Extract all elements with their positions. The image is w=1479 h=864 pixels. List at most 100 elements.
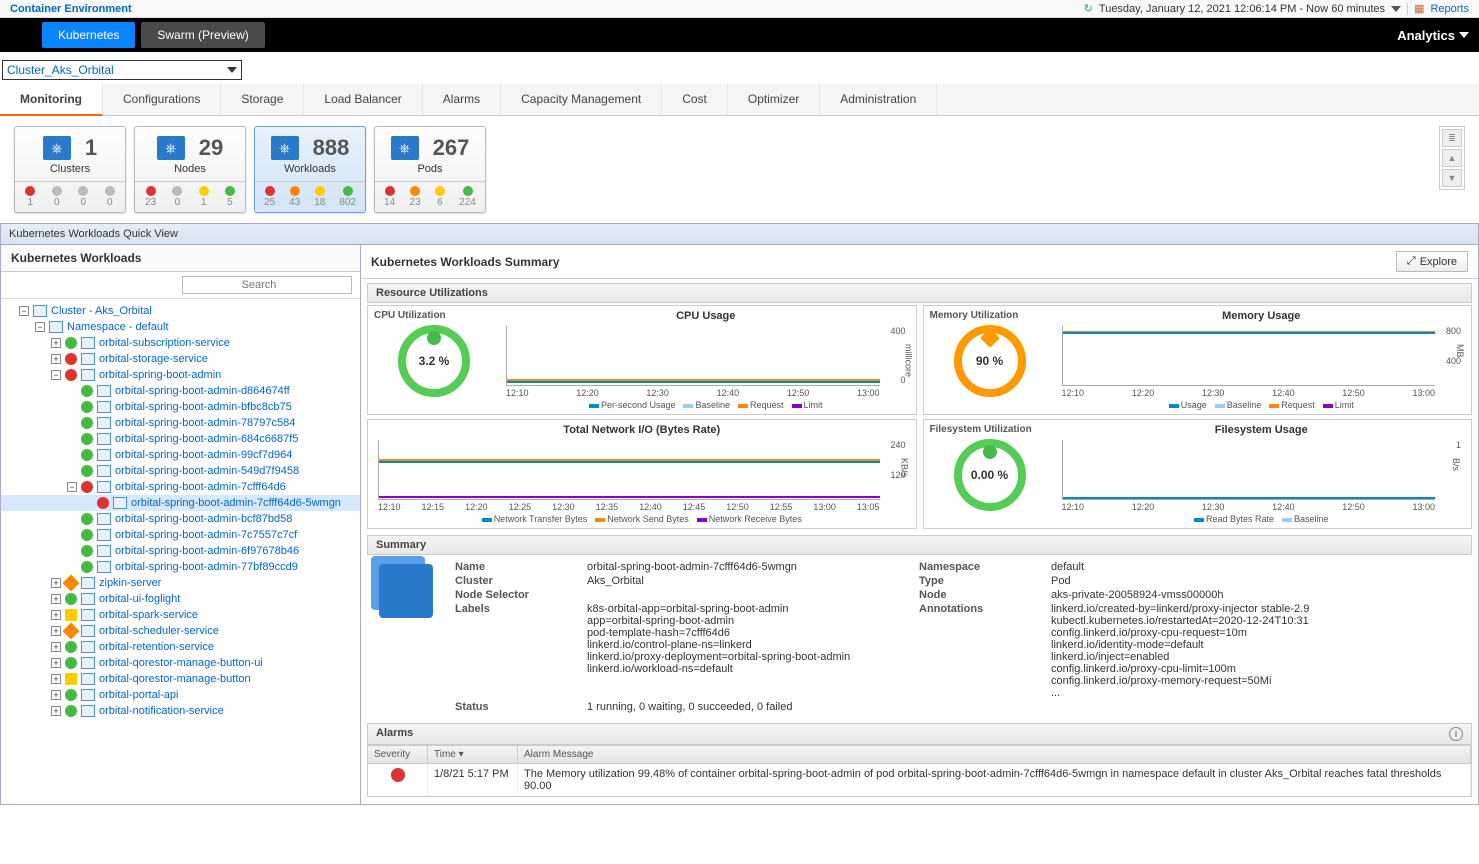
chart-net[interactable]: 240 120 KB/s <box>378 440 880 500</box>
list-view-icon[interactable]: ≣ <box>1442 129 1462 147</box>
tree-toggle-icon[interactable]: + <box>51 674 61 684</box>
tree-node[interactable]: + orbital-scheduler-service <box>1 623 360 639</box>
tree-label[interactable]: orbital-spring-boot-admin-77bf89ccd9 <box>115 561 298 573</box>
tab-swarm-preview-[interactable]: Swarm (Preview) <box>141 22 264 48</box>
alarm-col-time[interactable]: Time ▾ <box>428 746 518 763</box>
tree-toggle-icon[interactable]: + <box>51 690 61 700</box>
tree-node[interactable]: orbital-spring-boot-admin-7cfff64d6-5wmg… <box>1 495 360 511</box>
tree-toggle-icon[interactable]: + <box>51 338 61 348</box>
tree-label[interactable]: orbital-subscription-service <box>99 337 230 349</box>
subtab-storage[interactable]: Storage <box>221 84 304 115</box>
tree-node[interactable]: orbital-spring-boot-admin-549d7f9458 <box>1 463 360 479</box>
explore-button[interactable]: ⤢ Explore <box>1396 251 1468 272</box>
tree-node[interactable]: − orbital-spring-boot-admin-7cfff64d6 <box>1 479 360 495</box>
tree-label[interactable]: orbital-spring-boot-admin-99cf7d964 <box>115 449 292 461</box>
tree-label[interactable]: orbital-spring-boot-admin-7cfff64d6-5wmg… <box>131 497 341 509</box>
tree-node[interactable]: orbital-spring-boot-admin-78797c584 <box>1 415 360 431</box>
tree-label[interactable]: orbital-scheduler-service <box>99 625 219 637</box>
tree-node[interactable]: orbital-spring-boot-admin-77bf89ccd9 <box>1 559 360 575</box>
tree-node[interactable]: + orbital-qorestor-manage-button <box>1 671 360 687</box>
tree-label[interactable]: orbital-portal-api <box>99 689 178 701</box>
tree-toggle-icon[interactable]: − <box>67 482 77 492</box>
alarm-col-severity[interactable]: Severity <box>368 746 428 763</box>
tree-node[interactable]: + orbital-ui-foglight <box>1 591 360 607</box>
subtab-monitoring[interactable]: Monitoring <box>0 84 103 116</box>
subtab-alarms[interactable]: Alarms <box>423 84 501 115</box>
tree-node[interactable]: + orbital-retention-service <box>1 639 360 655</box>
tree-toggle-icon[interactable]: − <box>19 306 29 316</box>
tree-label[interactable]: orbital-spring-boot-admin-7cfff64d6 <box>115 481 286 493</box>
tree-toggle-icon[interactable]: − <box>51 370 61 380</box>
tab-kubernetes[interactable]: Kubernetes <box>42 22 135 48</box>
subtab-capacity-management[interactable]: Capacity Management <box>501 84 662 115</box>
tree-node[interactable]: orbital-spring-boot-admin-7c7557c7cf <box>1 527 360 543</box>
search-input[interactable] <box>182 276 352 294</box>
gauge-cpu[interactable]: 3.2 % <box>398 325 470 397</box>
tree-label[interactable]: orbital-spring-boot-admin <box>99 369 221 381</box>
reports-link[interactable]: Reports <box>1430 3 1469 15</box>
tree-node[interactable]: orbital-spring-boot-admin-684c6687f5 <box>1 431 360 447</box>
tree-label[interactable]: orbital-notification-service <box>99 705 224 717</box>
card-pods[interactable]: ⎈267Pods14236224 <box>374 126 486 213</box>
card-nodes[interactable]: ⎈29Nodes23015 <box>134 126 246 213</box>
card-workloads[interactable]: ⎈888Workloads254318802 <box>254 126 366 213</box>
tree-label[interactable]: zipkin-server <box>99 577 161 589</box>
alarm-col-message[interactable]: Alarm Message <box>518 746 1471 763</box>
tree-label[interactable]: orbital-ui-foglight <box>99 593 180 605</box>
tree-node[interactable]: + orbital-spark-service <box>1 607 360 623</box>
tree-node[interactable]: orbital-spring-boot-admin-6f97678b46 <box>1 543 360 559</box>
tree-label[interactable]: Namespace - default <box>67 321 169 333</box>
tree-label[interactable]: orbital-qorestor-manage-button <box>99 673 251 685</box>
tree-toggle-icon[interactable]: + <box>51 610 61 620</box>
tree-node[interactable]: orbital-spring-boot-admin-bfbc8cb75 <box>1 399 360 415</box>
analytics-menu[interactable]: Analytics <box>1397 28 1469 43</box>
tree-label[interactable]: orbital-spring-boot-admin-d864674ff <box>115 385 290 397</box>
down-icon[interactable]: ▼ <box>1442 169 1462 187</box>
tree-label[interactable]: orbital-spring-boot-admin-6f97678b46 <box>115 545 299 557</box>
tree-toggle-icon[interactable]: + <box>51 642 61 652</box>
tree-label[interactable]: orbital-retention-service <box>99 641 214 653</box>
tree-label[interactable]: orbital-spring-boot-admin-684c6687f5 <box>115 433 298 445</box>
tree-node[interactable]: + orbital-notification-service <box>1 703 360 719</box>
tree-node[interactable]: orbital-spring-boot-admin-d864674ff <box>1 383 360 399</box>
subtab-configurations[interactable]: Configurations <box>103 84 221 115</box>
tree-node[interactable]: − orbital-spring-boot-admin <box>1 367 360 383</box>
tree-toggle-icon[interactable]: + <box>51 594 61 604</box>
subtab-optimizer[interactable]: Optimizer <box>728 84 820 115</box>
tree-node[interactable]: + orbital-subscription-service <box>1 335 360 351</box>
up-icon[interactable]: ▲ <box>1442 149 1462 167</box>
card-clusters[interactable]: ⎈1Clusters1000 <box>14 126 126 213</box>
breadcrumb[interactable]: Container Environment <box>10 3 132 15</box>
tree-label[interactable]: Cluster - Aks_Orbital <box>51 305 152 317</box>
info-icon[interactable]: i <box>1449 727 1463 741</box>
reports-icon[interactable]: ▦ <box>1414 2 1424 15</box>
gauge-fs[interactable]: 0.00 % <box>954 439 1026 511</box>
chart-mem[interactable]: 800 400 MB <box>1062 326 1436 386</box>
tree-toggle-icon[interactable]: + <box>51 578 61 588</box>
tree-toggle-icon[interactable]: + <box>51 706 61 716</box>
tree-toggle-icon[interactable]: + <box>51 626 61 636</box>
tree-node[interactable]: +orbital-storage-service <box>1 351 360 367</box>
alarm-row[interactable]: 1/8/21 5:17 PMThe Memory utilization 99.… <box>368 764 1471 796</box>
chart-fs[interactable]: 1 B/s <box>1062 440 1436 500</box>
tree-node[interactable]: +orbital-qorestor-manage-button-ui <box>1 655 360 671</box>
tree-node[interactable]: − Cluster - Aks_Orbital <box>1 303 360 319</box>
tree-node[interactable]: − Namespace - default <box>1 319 360 335</box>
tree-node[interactable]: + zipkin-server <box>1 575 360 591</box>
subtab-cost[interactable]: Cost <box>662 84 728 115</box>
tree-label[interactable]: orbital-spring-boot-admin-549d7f9458 <box>115 465 299 477</box>
chart-cpu[interactable]: 400 0 millicore <box>506 326 880 386</box>
tree-label[interactable]: orbital-storage-service <box>99 353 208 365</box>
tree-node[interactable]: + orbital-portal-api <box>1 687 360 703</box>
tree-label[interactable]: orbital-spark-service <box>99 609 198 621</box>
subtab-administration[interactable]: Administration <box>820 84 937 115</box>
timerange-dropdown-icon[interactable] <box>1391 6 1401 12</box>
gauge-mem[interactable]: 90 % <box>954 325 1026 397</box>
tree-label[interactable]: orbital-spring-boot-admin-bcf87bd58 <box>115 513 292 525</box>
timerange[interactable]: Tuesday, January 12, 2021 12:06:14 PM - … <box>1099 3 1385 15</box>
tree-toggle-icon[interactable]: − <box>35 322 45 332</box>
tree-node[interactable]: orbital-spring-boot-admin-99cf7d964 <box>1 447 360 463</box>
refresh-icon[interactable]: ↻ <box>1084 2 1093 15</box>
tree-label[interactable]: orbital-spring-boot-admin-7c7557c7cf <box>115 529 297 541</box>
tree-label[interactable]: orbital-spring-boot-admin-78797c584 <box>115 417 295 429</box>
